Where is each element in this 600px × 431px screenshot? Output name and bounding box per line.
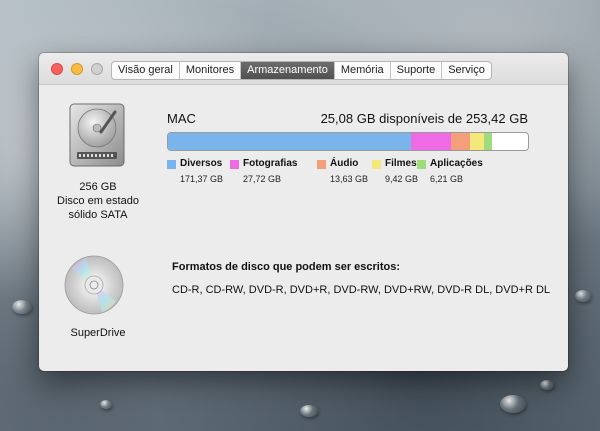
legend-label: Fotografias: [243, 158, 298, 169]
usage-segment: [450, 133, 471, 150]
usage-segment: [168, 133, 412, 150]
disk-type-line2: sólido SATA: [68, 209, 128, 221]
legend-label: Áudio: [330, 158, 359, 169]
title-bar: Visão geral Monitores Armazenamento Memória…: [39, 53, 568, 85]
writable-formats-title: Formatos de disco que podem ser escritos…: [172, 261, 401, 273]
disk-capacity: 256 GB: [79, 181, 117, 193]
minimize-button[interactable]: [71, 63, 83, 75]
legend-label: Filmes: [385, 158, 417, 169]
tab-visão-geral[interactable]: Visão geral: [112, 62, 180, 79]
about-this-mac-window: Visão geral Monitores Armazenamento Memória…: [39, 53, 568, 371]
segmented-tab-control: Visão geral Monitores Armazenamento Memória…: [111, 61, 492, 80]
close-button[interactable]: [51, 63, 63, 75]
water-drop: [300, 405, 318, 417]
tab-memória[interactable]: Memória: [335, 62, 391, 79]
legend-label: Aplicações: [430, 158, 483, 169]
water-drop: [540, 380, 554, 390]
optical-disc-icon: [64, 255, 124, 315]
water-drop: [575, 290, 591, 302]
legend-swatch: [230, 160, 239, 169]
legend-swatch: [167, 160, 176, 169]
legend-size: 13,63 GB: [330, 174, 369, 184]
legend-size: 171,37 GB: [180, 174, 224, 184]
usage-segment: [470, 133, 484, 150]
tab-suporte[interactable]: Suporte: [391, 62, 443, 79]
volume-name: MAC: [167, 111, 196, 126]
tab-armazenamento[interactable]: Armazenamento: [241, 62, 335, 79]
storage-legend: Diversos 171,37 GB Fotografias 27,72 GB Áudi…: [167, 158, 547, 198]
usage-segment: [483, 133, 493, 150]
legend-label: Diversos: [180, 158, 223, 169]
tab-serviço[interactable]: Serviço: [442, 62, 491, 79]
legend-swatch: [317, 160, 326, 169]
legend-size: 6,21 GB: [430, 174, 464, 184]
legend-swatch: [372, 160, 381, 169]
water-drop: [12, 300, 32, 314]
storage-pane: 256 GB Disco em estado sólido SATA Super…: [39, 85, 568, 371]
volume-free-space: 25,08 GB disponíveis de 253,42 GB: [320, 111, 528, 126]
legend-size: 9,42 GB: [385, 174, 419, 184]
legend-size: 27,72 GB: [243, 174, 282, 184]
hard-drive-icon: [69, 103, 125, 167]
disk-description: 256 GB Disco em estado sólido SATA: [39, 180, 157, 222]
storage-usage-bar: [167, 132, 529, 151]
tab-monitores[interactable]: Monitores: [180, 62, 242, 79]
disk-type-line1: Disco em estado: [57, 195, 139, 207]
legend-swatch: [417, 160, 426, 169]
writable-formats-list: CD-R, CD-RW, DVD-R, DVD+R, DVD-RW, DVD+R…: [172, 284, 551, 296]
water-drop: [500, 395, 526, 413]
water-drop: [100, 400, 112, 409]
zoom-button[interactable]: [91, 63, 103, 75]
superdrive-name: SuperDrive: [70, 327, 126, 339]
usage-segment: [411, 133, 451, 150]
